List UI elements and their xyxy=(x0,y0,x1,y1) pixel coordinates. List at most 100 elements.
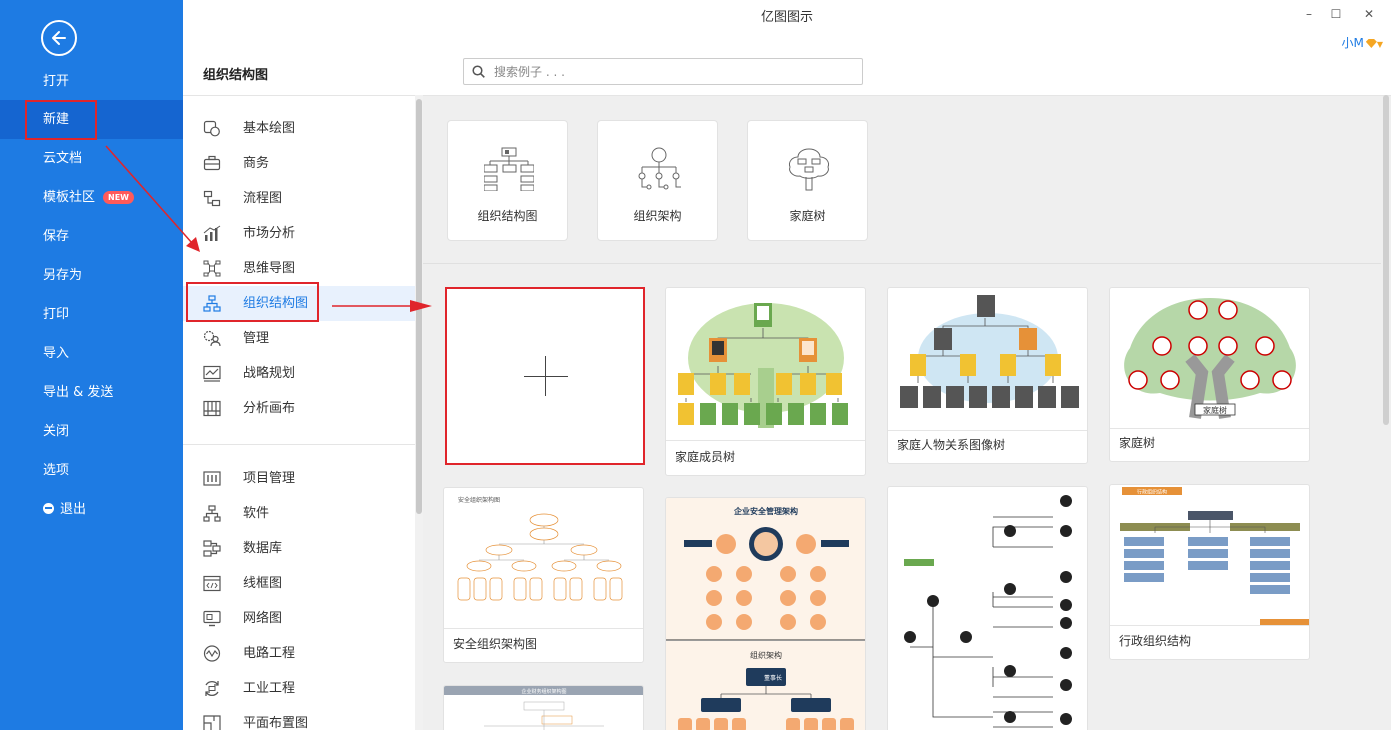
user-account[interactable]: 小M ▼ xyxy=(1341,34,1383,51)
subcategory-family-tree[interactable]: 家庭树 xyxy=(747,120,868,241)
software-tree-icon xyxy=(203,505,221,522)
scrollbar-thumb[interactable] xyxy=(416,99,422,514)
menu-label: 退出 xyxy=(60,502,87,517)
category-label: 思维导图 xyxy=(243,261,296,276)
category-business[interactable]: 商务 xyxy=(183,146,415,181)
card-divider xyxy=(666,440,865,441)
template-card-safety-org[interactable]: 安全组织架构图 安全组织架构图 xyxy=(443,487,644,663)
minimize-button[interactable]: – xyxy=(1297,4,1321,24)
gear-people-icon xyxy=(203,330,221,347)
category-label: 分析画布 xyxy=(243,401,296,416)
menu-label: 选项 xyxy=(43,463,70,478)
category-org-chart[interactable]: 组织结构图 xyxy=(183,286,415,321)
database-icon xyxy=(203,540,221,557)
category-software[interactable]: 软件 xyxy=(183,496,415,531)
category-database[interactable]: 数据库 xyxy=(183,531,415,566)
category-project-management[interactable]: 项目管理 xyxy=(183,461,415,496)
search-input[interactable] xyxy=(494,62,854,81)
card-divider xyxy=(1110,625,1309,626)
family-tree-banner: 家庭树 xyxy=(1203,405,1227,415)
menu-cloud-docs[interactable]: 云文档 xyxy=(0,139,183,178)
floor-plan-icon xyxy=(203,715,221,730)
template-thumbnail: 家庭树 xyxy=(1124,298,1296,419)
menu-options[interactable]: 选项 xyxy=(0,451,183,490)
menu-template-community[interactable]: 模板社区 NEW xyxy=(0,178,183,217)
category-circuit[interactable]: 电路工程 xyxy=(183,636,415,671)
template-thumbnail: 企业财务组织架构图 xyxy=(444,686,643,730)
category-label: 商务 xyxy=(243,156,270,171)
search-icon xyxy=(472,65,485,78)
template-thumbnail: 企业安全管理架构 组织架构 董事长 xyxy=(666,498,865,730)
category-label: 基本绘图 xyxy=(243,121,296,136)
bar-chart-icon xyxy=(203,225,221,241)
template-name: 安全组织架构图 xyxy=(453,637,538,651)
category-list: 基本绘图 商务 流程图 市场分析 思维导图 组织结构图 管理 战略规划 分析画布… xyxy=(183,95,415,730)
template-thumbnail: 安全组织架构图 xyxy=(457,496,623,601)
menu-label: 导入 xyxy=(43,346,70,361)
menu-save-as[interactable]: 另存为 xyxy=(0,256,183,295)
new-blank-template[interactable] xyxy=(445,287,645,465)
template-name: 家庭树 xyxy=(1119,436,1156,450)
category-wireframe[interactable]: 线框图 xyxy=(183,566,415,601)
flowchart-icon xyxy=(203,190,221,207)
template-card-admin-org[interactable]: 行政组织结构 行政组织结构 xyxy=(1109,484,1310,660)
category-label: 组织结构图 xyxy=(243,296,309,311)
menu-label: 模板社区 xyxy=(43,190,96,205)
category-basic-drawing[interactable]: 基本绘图 xyxy=(183,111,415,146)
menu-open[interactable]: 打开 xyxy=(0,62,183,101)
category-industrial[interactable]: 工业工程 xyxy=(183,671,415,706)
menu-export-send[interactable]: 导出 & 发送 xyxy=(0,373,183,412)
category-label: 平面布置图 xyxy=(243,716,309,730)
category-mind-map[interactable]: 思维导图 xyxy=(183,251,415,286)
category-market-analysis[interactable]: 市场分析 xyxy=(183,216,415,251)
category-label: 管理 xyxy=(243,331,270,346)
subcategory-org-chart[interactable]: 组织结构图 xyxy=(447,120,568,241)
maximize-button[interactable]: ☐ xyxy=(1324,4,1348,24)
template-card-enterprise-safety[interactable]: 企业安全管理架构 组织架构 董事长 xyxy=(665,497,866,730)
hierarchy-circles-icon xyxy=(638,147,681,190)
close-button[interactable]: ✕ xyxy=(1357,4,1381,24)
category-label: 电路工程 xyxy=(243,646,296,661)
category-strategy[interactable]: 战略规划 xyxy=(183,356,415,391)
category-network[interactable]: 网络图 xyxy=(183,601,415,636)
menu-label: 云文档 xyxy=(43,151,83,166)
category-label: 工业工程 xyxy=(243,681,296,696)
category-floor-plan[interactable]: 平面布置图 xyxy=(183,706,415,730)
menu-import[interactable]: 导入 xyxy=(0,334,183,373)
template-card-finance-org[interactable]: 企业财务组织架构图 xyxy=(443,685,644,730)
subcategory-label: 组织架构 xyxy=(633,209,682,223)
category-label: 战略规划 xyxy=(243,366,296,381)
menu-label: 另存为 xyxy=(43,268,83,283)
template-card-family-tree[interactable]: 家庭树 家庭树 xyxy=(1109,287,1310,462)
new-badge: NEW xyxy=(103,191,134,204)
thumb-title: 安全组织架构图 xyxy=(458,496,500,504)
template-thumbnail xyxy=(904,495,1072,728)
menu-new[interactable]: 新建 xyxy=(0,100,183,139)
subcategory-org-structure[interactable]: 组织架构 xyxy=(597,120,718,241)
card-divider xyxy=(888,430,1087,431)
title-bar: 亿图图示 – ☐ ✕ xyxy=(183,0,1391,30)
menu-exit[interactable]: 退出 xyxy=(0,490,183,529)
chevron-down-icon: ▼ xyxy=(1376,40,1383,49)
circuit-wave-icon xyxy=(203,645,221,662)
search-box[interactable] xyxy=(463,58,863,85)
menu-print[interactable]: 打印 xyxy=(0,295,183,334)
vip-gem-icon xyxy=(1365,39,1377,48)
thumb-title: 行政组织结构 xyxy=(1137,489,1167,496)
template-card-company-photo-org[interactable] xyxy=(887,486,1088,730)
user-name: 小M xyxy=(1341,36,1364,50)
template-card-family-members[interactable]: 家庭成员树 xyxy=(665,287,866,476)
menu-save[interactable]: 保存 xyxy=(0,217,183,256)
category-scrollbar[interactable] xyxy=(415,95,423,730)
network-monitor-icon xyxy=(203,610,221,627)
menu-close[interactable]: 关闭 xyxy=(0,412,183,451)
template-card-family-relations[interactable]: 家庭人物关系图像树 xyxy=(887,287,1088,464)
gallery-scrollbar[interactable] xyxy=(1383,95,1389,425)
category-flowchart[interactable]: 流程图 xyxy=(183,181,415,216)
category-analysis-canvas[interactable]: 分析画布 xyxy=(183,391,415,426)
category-management[interactable]: 管理 xyxy=(183,321,415,356)
back-arrow-icon[interactable] xyxy=(41,20,77,56)
page-title: 组织结构图 xyxy=(203,68,269,83)
subcategory-label: 组织结构图 xyxy=(477,209,538,223)
plus-icon-vertical xyxy=(545,356,546,396)
